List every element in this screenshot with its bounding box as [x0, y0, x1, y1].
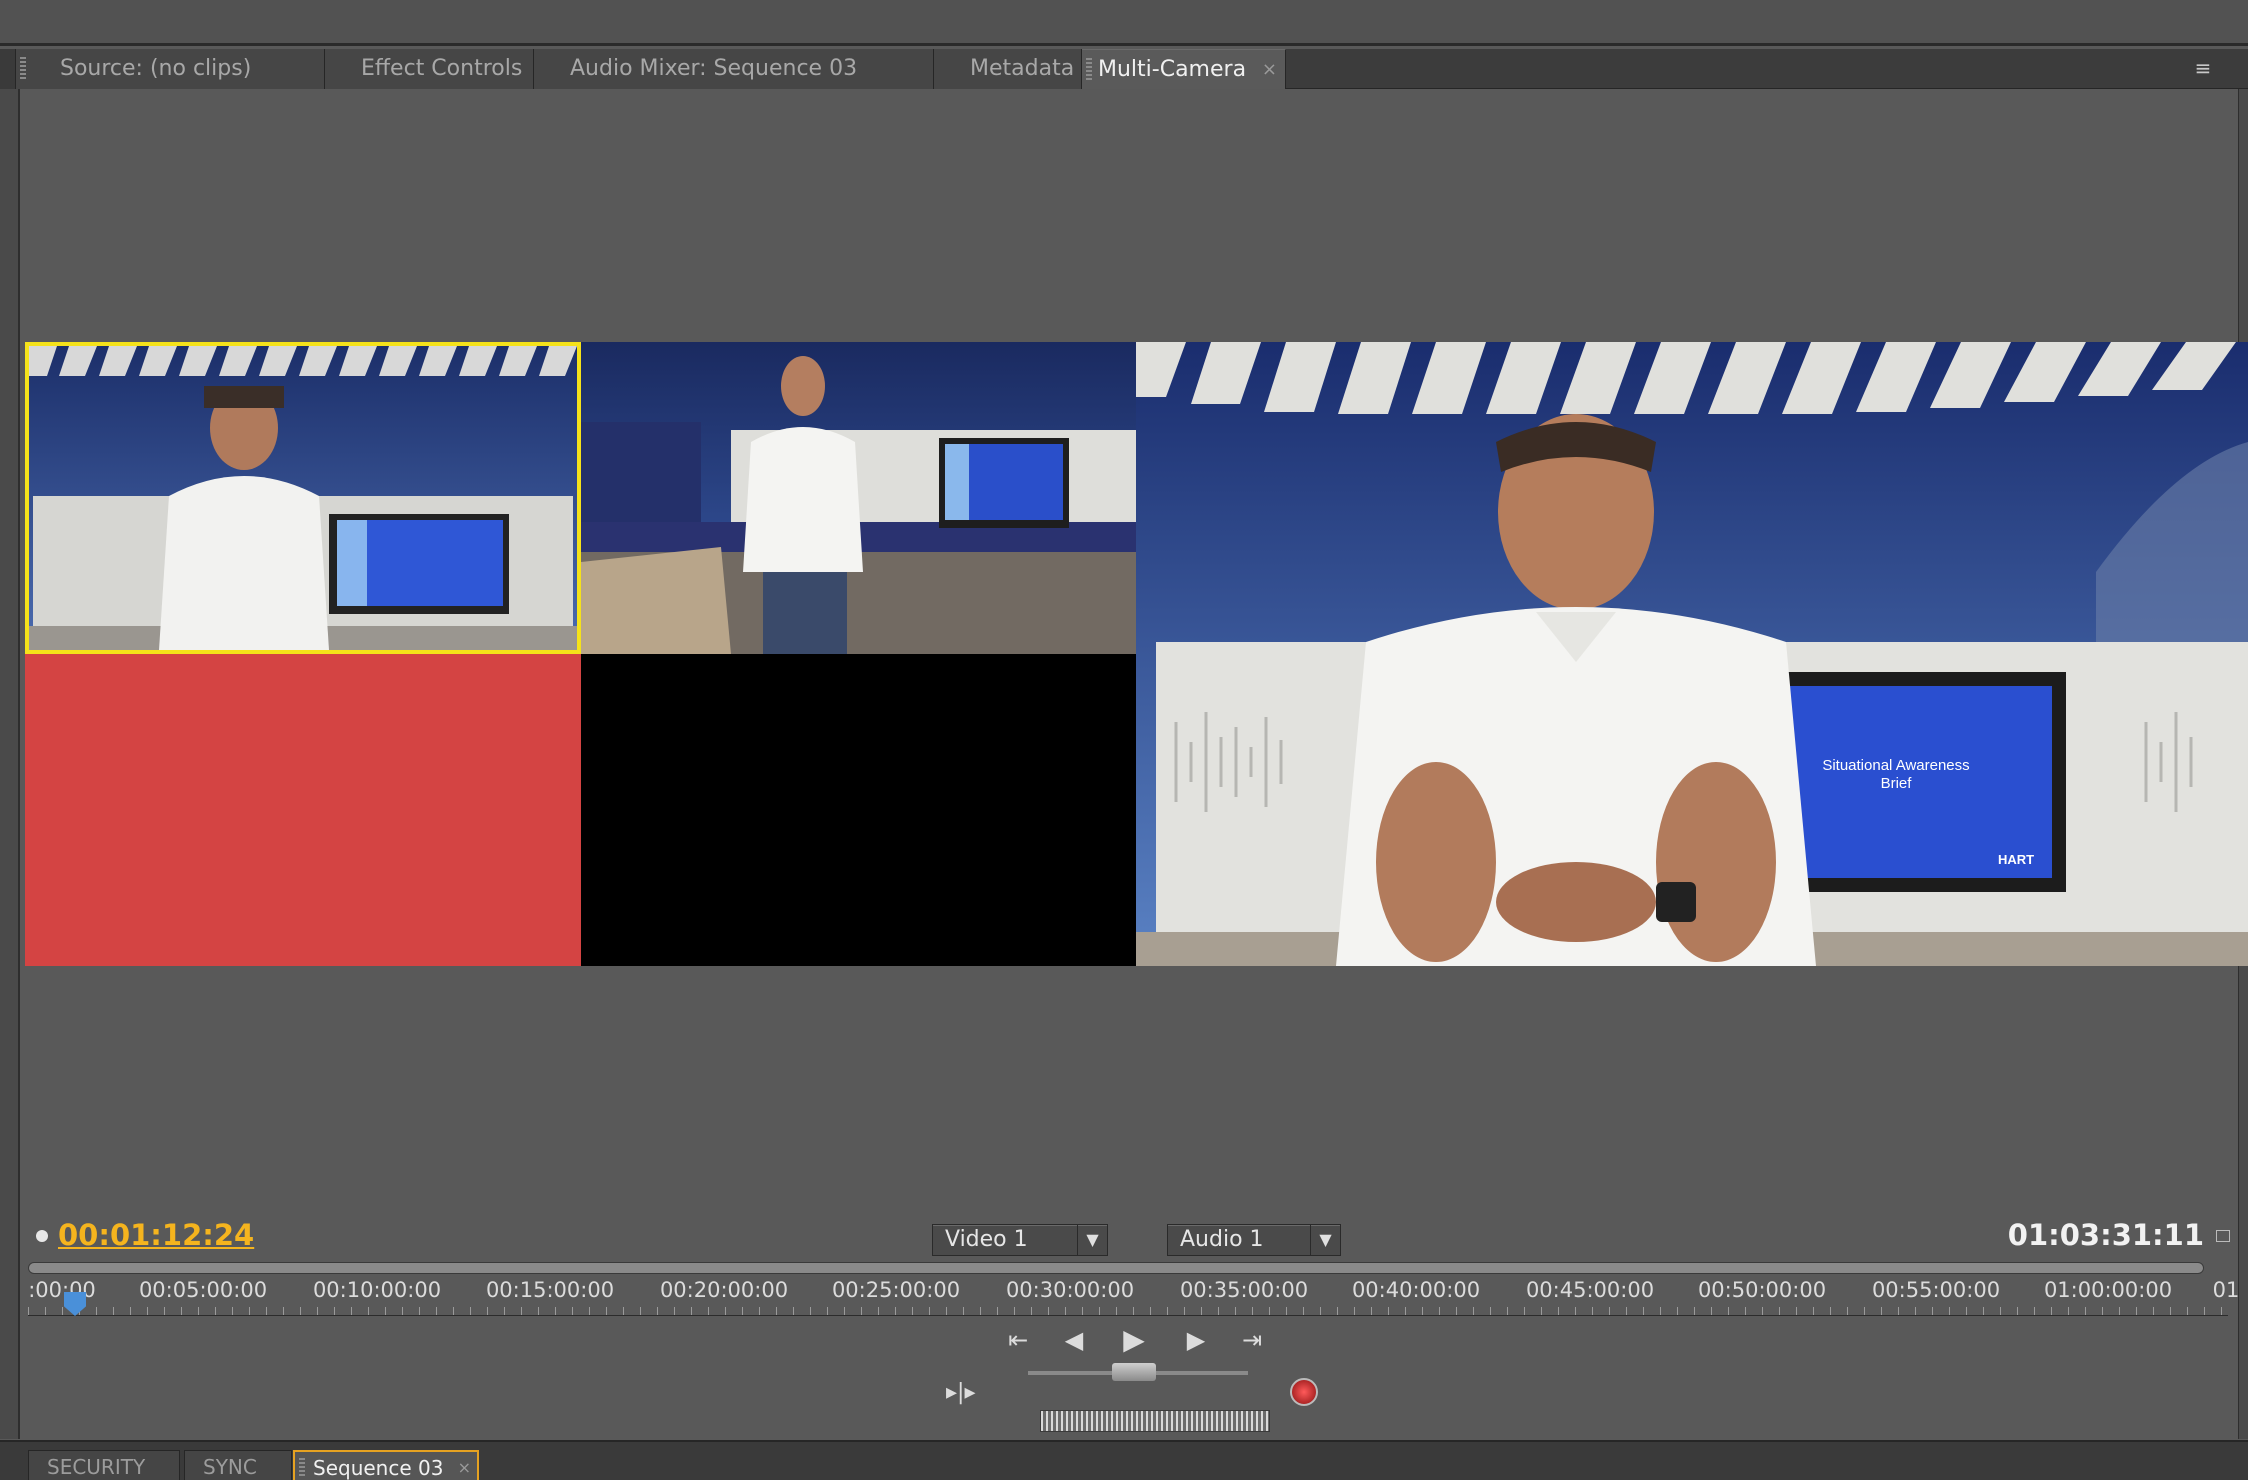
tab-audio-mixer[interactable]: Audio Mixer: Sequence 03: [534, 49, 934, 89]
presentation-logo: HART: [1998, 852, 2034, 867]
audio-track-label: Audio 1: [1180, 1227, 1264, 1252]
tab-grip-icon: [299, 1458, 305, 1478]
go-to-next-edit-button[interactable]: ⇥: [1232, 1322, 1272, 1358]
ruler-tick-label: 00:55:00:00: [1871, 1278, 2001, 1302]
camera-3-preview[interactable]: [25, 654, 581, 966]
close-icon[interactable]: ×: [1262, 50, 1277, 90]
program-image: Situational Awareness Brief HART: [1136, 342, 2248, 966]
ruler-tick-label: 00:20:00:00: [659, 1278, 789, 1302]
tab-security-label: SECURITY: [47, 1455, 146, 1479]
app-window: Source: (no clips) Effect Controls Audio…: [0, 0, 2248, 1480]
camera-4-preview[interactable]: [581, 654, 1136, 966]
chevron-down-icon: ▼: [1077, 1225, 1107, 1255]
ruler-tick-label: 01: [2212, 1278, 2240, 1302]
ruler-tick-label: 00:15:00:00: [485, 1278, 615, 1302]
duration-icon: [2216, 1230, 2230, 1242]
top-strip: [0, 0, 2248, 46]
tab-metadata[interactable]: Metadata: [934, 49, 1082, 89]
left-panel-edge: [0, 89, 20, 1439]
tab-sequence-03[interactable]: Sequence 03 ×: [293, 1450, 479, 1480]
current-timecode[interactable]: 00:01:12:24: [36, 1218, 254, 1252]
close-icon[interactable]: ×: [458, 1452, 471, 1480]
multicam-toggle-icon[interactable]: ▸|▸: [946, 1378, 982, 1408]
tab-grip-icon: [1086, 58, 1092, 82]
presentation-line2: Brief: [1881, 775, 1913, 792]
ruler-tick-label: 00:10:00:00: [312, 1278, 442, 1302]
panel-menu-icon[interactable]: ≡: [2186, 57, 2220, 79]
ruler-tick-label: 00:50:00:00: [1697, 1278, 1827, 1302]
audio-track-select[interactable]: Audio 1 ▼: [1167, 1224, 1341, 1256]
tab-sequence-03-label: Sequence 03: [313, 1456, 444, 1480]
tab-effect-controls[interactable]: Effect Controls: [325, 49, 534, 89]
tab-sync[interactable]: SYNC: [184, 1450, 292, 1480]
panel-grip[interactable]: [0, 49, 16, 89]
shuttle-control[interactable]: [1040, 1410, 1270, 1432]
camera-2-image: [581, 342, 1136, 654]
ruler-tick-label: 00:05:00:00: [138, 1278, 268, 1302]
tab-metadata-label: Metadata: [970, 56, 1075, 81]
ruler-ticks: [28, 1307, 2228, 1315]
ruler-tick-label: 00:35:00:00: [1179, 1278, 1309, 1302]
jog-knob[interactable]: [1112, 1363, 1156, 1381]
video-track-label: Video 1: [945, 1227, 1028, 1252]
tab-effect-controls-label: Effect Controls: [361, 56, 523, 81]
program-monitor: Situational Awareness Brief HART: [1136, 342, 2248, 966]
step-back-button[interactable]: ◀: [1054, 1322, 1094, 1358]
ruler-tick-label: 00:45:00:00: [1525, 1278, 1655, 1302]
tab-security[interactable]: SECURITY: [28, 1450, 180, 1480]
chevron-down-icon: ▼: [1310, 1225, 1340, 1255]
bottom-tab-bar: SECURITY SYNC Sequence 03 ×: [0, 1440, 2248, 1480]
tab-grip-icon: [20, 57, 26, 81]
camera-1-preview[interactable]: [25, 342, 581, 654]
tab-multi-camera-label: Multi-Camera: [1098, 57, 1247, 82]
step-forward-button[interactable]: ▶: [1176, 1322, 1216, 1358]
presentation-line1: Situational Awareness: [1822, 757, 1969, 774]
time-ruler[interactable]: :00:00 00:05:00:00 00:10:00:00 00:15:00:…: [28, 1276, 2239, 1316]
ruler-tick-label: 00:30:00:00: [1005, 1278, 1135, 1302]
duration-timecode: 01:03:31:11: [2007, 1218, 2204, 1252]
camera-1-image: [29, 346, 577, 650]
multicam-monitor: Situational Awareness Brief HART: [25, 342, 2248, 966]
zoom-scroll-bar[interactable]: [28, 1262, 2204, 1274]
ruler-tick-label: 00:40:00:00: [1351, 1278, 1481, 1302]
record-button[interactable]: [1290, 1378, 1318, 1406]
tab-source[interactable]: Source: (no clips): [16, 49, 325, 89]
ruler-tick-label: 01:00:00:00: [2043, 1278, 2173, 1302]
tab-audio-mixer-label: Audio Mixer: Sequence 03: [570, 56, 858, 81]
ruler-tick-label: 00:25:00:00: [831, 1278, 961, 1302]
go-to-previous-edit-button[interactable]: ⇤: [998, 1322, 1038, 1358]
video-track-select[interactable]: Video 1 ▼: [932, 1224, 1108, 1256]
play-button[interactable]: ▶: [1114, 1322, 1154, 1358]
tab-multi-camera[interactable]: Multi-Camera ×: [1082, 49, 1286, 89]
panel-tab-bar: Source: (no clips) Effect Controls Audio…: [0, 49, 2248, 89]
tab-source-label: Source: (no clips): [60, 56, 252, 81]
camera-2-preview[interactable]: [581, 342, 1136, 654]
tab-sync-label: SYNC: [203, 1455, 257, 1479]
